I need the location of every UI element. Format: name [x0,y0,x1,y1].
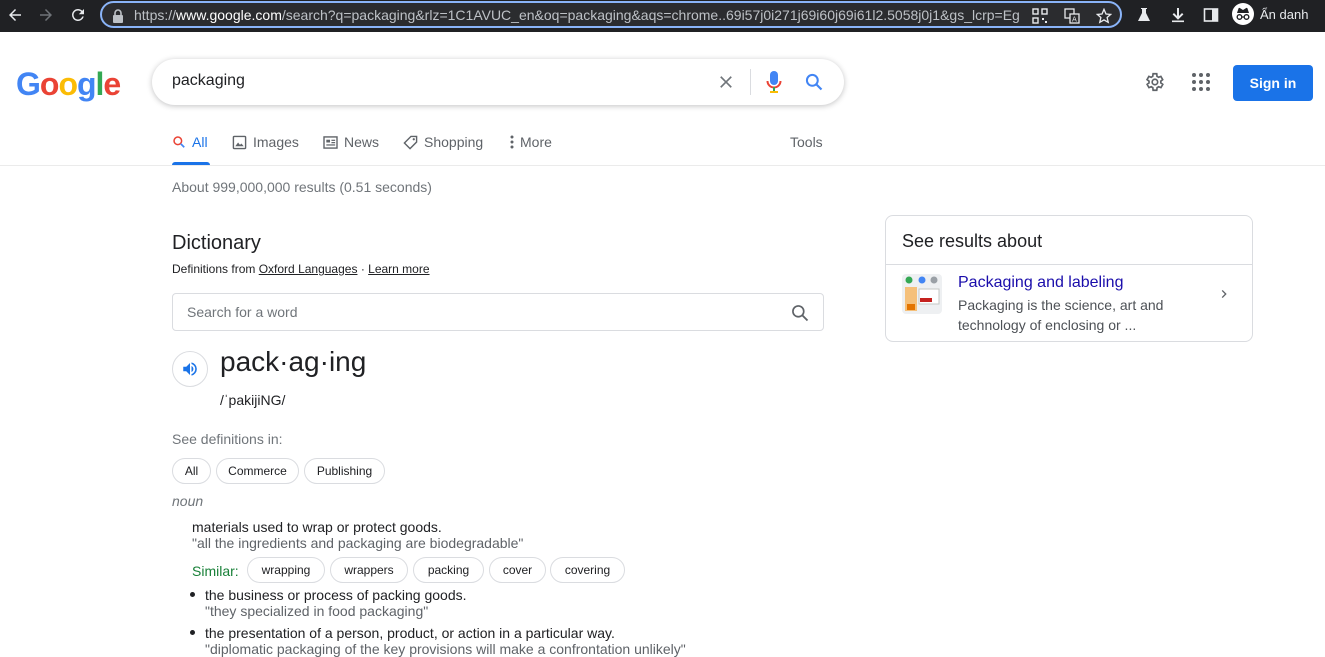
similar-chip[interactable]: packing [413,557,484,583]
definition-text: the presentation of a person, product, o… [205,625,615,641]
download-icon[interactable] [1166,3,1190,27]
pronounce-speaker-icon[interactable] [172,351,208,387]
similar-chip[interactable]: wrappers [330,557,408,583]
tab-all[interactable]: All [172,132,208,152]
similar-label: Similar: [192,563,239,579]
packaging-thumbnail-icon[interactable] [902,274,942,314]
definition-example: "all the ingredients and packaging are b… [192,535,524,551]
browser-toolbar: https://www.google.com/search?q=packagin… [0,0,1325,32]
incognito-label: Ẩn danh [1260,6,1309,22]
translate-icon[interactable]: A [1062,6,1082,26]
see-definitions-label: See definitions in: [172,431,283,447]
clear-icon[interactable] [714,70,738,94]
qr-code-icon[interactable] [1030,6,1050,26]
search-input[interactable]: packaging [172,72,245,90]
filter-chip-publishing[interactable]: Publishing [304,458,385,484]
definition-example: "they specialized in food packaging" [205,603,429,619]
search-icon[interactable] [802,70,826,94]
settings-gear-icon[interactable] [1142,70,1166,94]
bookmark-star-icon[interactable] [1094,6,1114,26]
filter-chip-all[interactable]: All [172,458,211,484]
tab-news[interactable]: News [323,132,379,152]
tab-shopping[interactable]: Shopping [403,132,483,152]
search-icon[interactable] [789,302,811,324]
panel-title: See results about [902,231,1043,251]
list-bullet [190,592,195,597]
similar-chip[interactable]: wrapping [247,557,325,583]
headword: pack·ag·ing [220,346,367,377]
similar-chip[interactable]: cover [489,557,546,583]
search-box[interactable]: packaging [152,59,844,105]
sign-in-button[interactable]: Sign in [1233,65,1313,101]
microphone-icon[interactable] [762,70,786,94]
dictionary-source: Definitions from Oxford Languages · Lear… [172,262,430,276]
panel-snippet: Packaging is the science, art and techno… [958,297,1164,333]
phonetic: /ˈpakijiNG/ [220,392,286,408]
search-icon [173,136,185,148]
more-vert-icon [510,135,514,149]
back-icon[interactable] [3,3,27,27]
news-icon [323,135,338,149]
apps-grid-icon[interactable] [1189,70,1213,94]
lock-icon[interactable] [108,6,128,26]
tabs-divider [0,165,1325,166]
tag-icon [403,135,418,150]
word-search-field[interactable]: Search for a word [172,293,824,331]
result-stats: About 999,000,000 results (0.51 seconds) [172,179,432,195]
dictionary-title: Dictionary [172,232,261,254]
url-text: https://www.google.com/search?q=packagin… [134,7,1020,23]
image-icon [232,135,247,149]
definition-text: the business or process of packing goods… [205,587,467,603]
list-bullet [190,630,195,635]
filter-chip-commerce[interactable]: Commerce [216,458,299,484]
chevron-right-icon[interactable] [1212,282,1236,306]
panel-divider [886,264,1252,265]
definition-text: materials used to wrap or protect goods. [192,519,442,535]
incognito-profile[interactable]: Ẩn danh [1232,3,1308,25]
incognito-icon [1232,3,1254,25]
see-results-about-panel: See results about Packaging and labeling… [885,215,1253,342]
tools-button[interactable]: Tools [790,134,823,150]
reload-icon[interactable] [66,3,90,27]
tab-more[interactable]: More [510,132,552,152]
google-logo[interactable]: Google [16,66,121,103]
learn-more-link[interactable]: Learn more [368,262,429,276]
svg-text:A: A [1072,16,1077,24]
definition-example: "diplomatic packaging of the key provisi… [205,641,686,657]
similar-chip[interactable]: covering [550,557,625,583]
oxford-languages-link[interactable]: Oxford Languages [259,262,358,276]
tab-images[interactable]: Images [232,132,299,152]
labs-flask-icon[interactable] [1132,3,1156,27]
word-search-placeholder: Search for a word [187,304,298,320]
side-panel-icon[interactable] [1199,3,1223,27]
forward-icon[interactable] [34,3,58,27]
packaging-and-labeling-link[interactable]: Packaging and labeling [958,274,1123,292]
search-divider [750,69,751,95]
address-bar[interactable]: https://www.google.com/search?q=packagin… [100,1,1122,28]
part-of-speech: noun [172,493,204,509]
